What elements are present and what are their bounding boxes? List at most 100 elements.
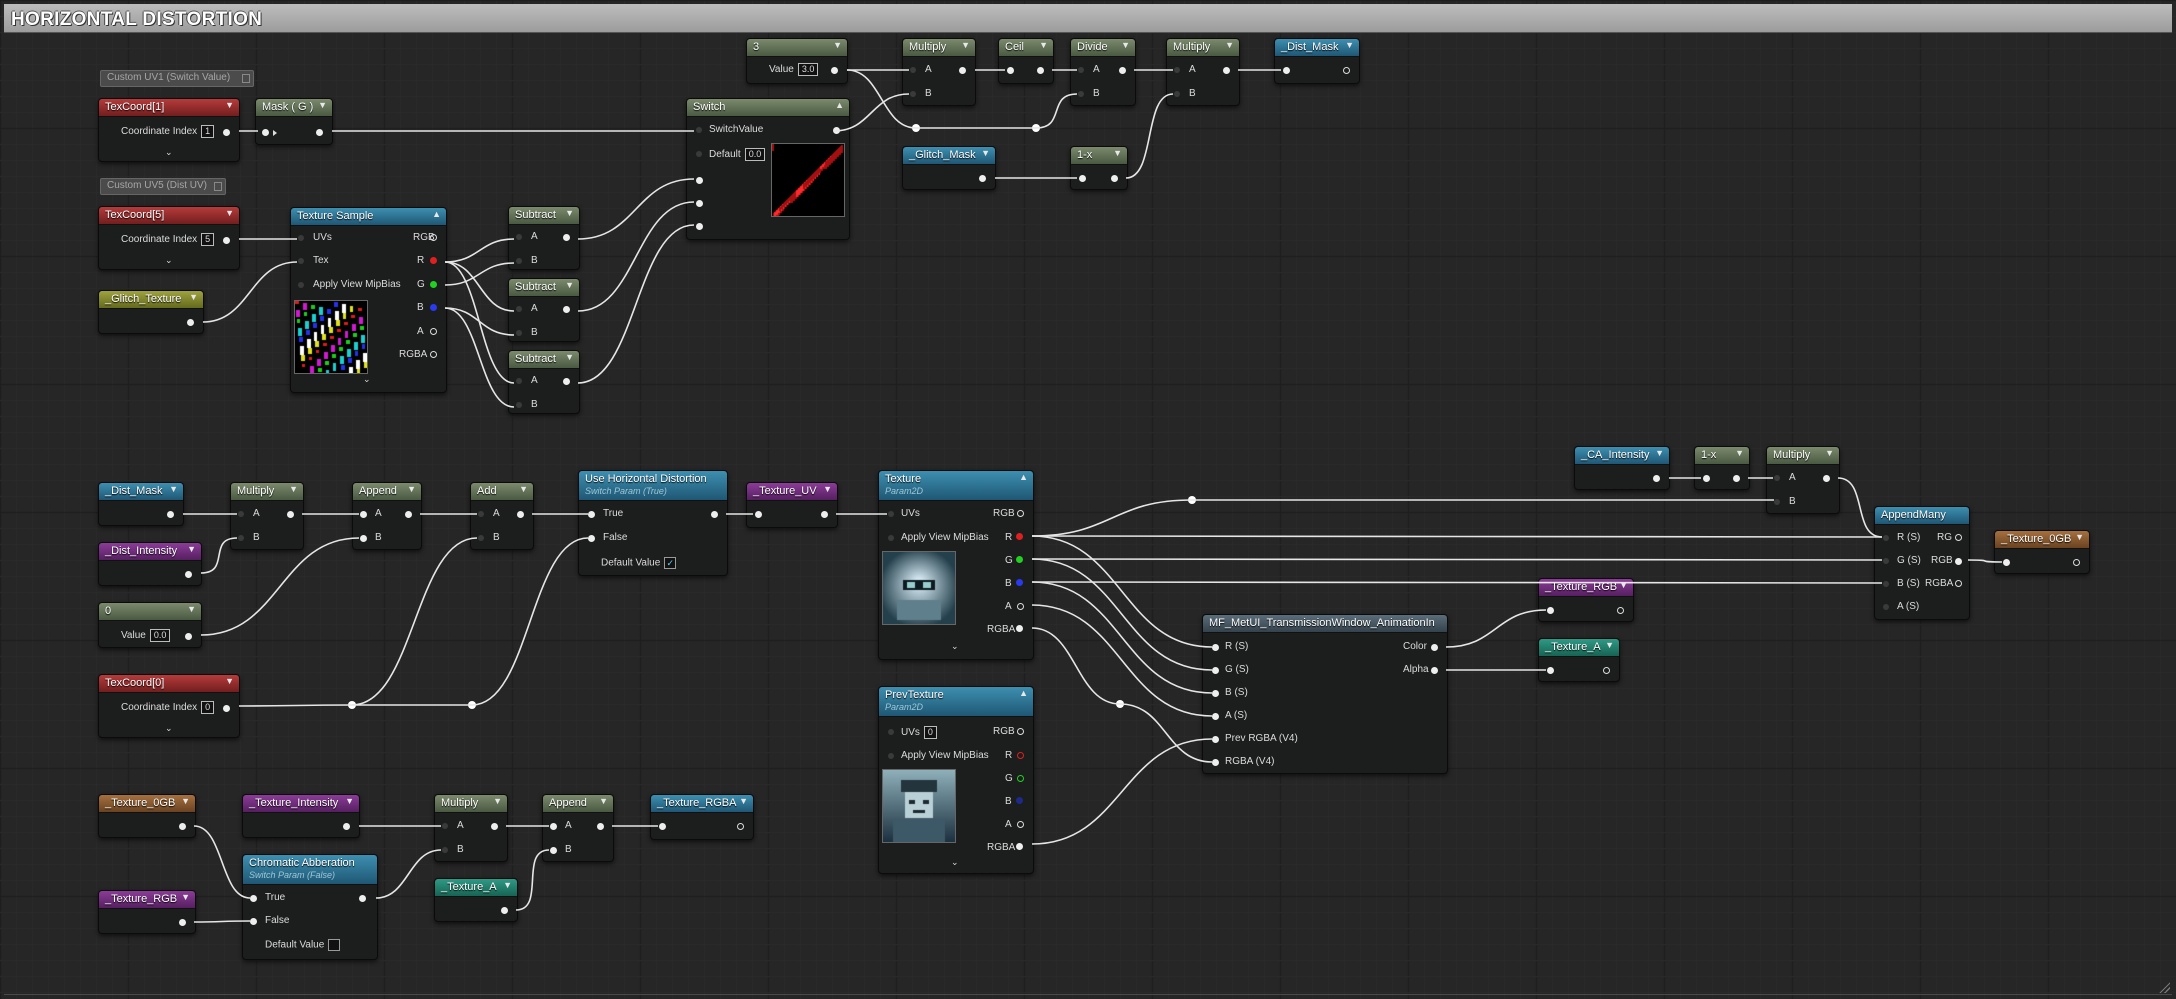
output-pin[interactable]	[517, 511, 524, 518]
mipbias-input-pin[interactable]	[888, 535, 894, 541]
uvs-input-pin[interactable]	[888, 729, 894, 735]
output-pin[interactable]	[1223, 67, 1230, 74]
node-header[interactable]: _Dist_Mask ▼	[99, 483, 183, 501]
a-input-pin[interactable]	[910, 67, 916, 73]
output-pin[interactable]	[1733, 475, 1740, 482]
uvs-input-pin[interactable]	[298, 235, 304, 241]
input-pin[interactable]	[1547, 607, 1554, 614]
node-texture-uv[interactable]: _Texture_UV ▼	[746, 482, 838, 528]
chevron-down-icon[interactable]: ▼	[1735, 448, 1744, 458]
input-pin[interactable]	[262, 129, 269, 136]
output-pin[interactable]	[737, 823, 744, 830]
mipbias-input-pin[interactable]	[888, 753, 894, 759]
node-header[interactable]: TexCoord[1] ▼	[99, 99, 239, 117]
node-header[interactable]: Append ▼	[353, 483, 421, 501]
chevron-down-icon[interactable]: ▼	[225, 676, 234, 686]
b-input-pin[interactable]	[1212, 690, 1219, 697]
chevron-down-icon[interactable]: ▼	[1225, 40, 1234, 50]
output-pin[interactable]	[821, 511, 828, 518]
node-header[interactable]: Multiply ▼	[903, 39, 975, 57]
reroute-point[interactable]	[468, 701, 476, 709]
node-header[interactable]: _Glitch_Texture ▼	[99, 291, 203, 309]
b-input-pin[interactable]	[550, 847, 557, 854]
node-header[interactable]: _Texture_UV ▼	[747, 483, 837, 501]
chevron-down-icon[interactable]: ▼	[225, 100, 234, 110]
node-header[interactable]: _Texture_0GB ▼	[99, 795, 195, 813]
chevron-down-icon[interactable]: ▼	[565, 280, 574, 290]
node-texture-0gb-named-reroute[interactable]: _Texture_0GB ▼	[1994, 530, 2090, 574]
a-input-pin[interactable]	[516, 378, 522, 384]
a-input-pin[interactable]	[516, 234, 522, 240]
chevron-down-icon[interactable]: ▼	[739, 796, 748, 806]
node-texture-param[interactable]: Texture Param2D ▲ UVs Apply View MipBias R…	[878, 470, 1034, 660]
node-constant-3[interactable]: 3 ▼ Value 3.0	[746, 38, 848, 84]
default-value-checkbox[interactable]: ✓	[328, 939, 341, 951]
a-input-pin[interactable]	[1174, 67, 1180, 73]
chevron-down-icon[interactable]: ▼	[318, 100, 327, 110]
default-input-pin[interactable]	[696, 151, 702, 157]
r-input-pin[interactable]	[1212, 644, 1219, 651]
color-output-pin[interactable]	[1431, 644, 1438, 651]
a-input-pin[interactable]	[1078, 67, 1084, 73]
default-value-checkbox[interactable]: ✓	[664, 557, 677, 569]
material-graph-canvas[interactable]: HORIZONTAL DISTORTION Custom UV1 (Switch…	[0, 0, 2176, 999]
node-header[interactable]: Use Horizontal Distortion Switch Param (T…	[579, 471, 727, 501]
node-header[interactable]: Multiply ▼	[1167, 39, 1239, 57]
input-pin[interactable]	[1283, 67, 1290, 74]
tex-input-pin[interactable]	[298, 258, 304, 264]
expand-chevron-icon[interactable]: ⌄	[165, 255, 173, 266]
chevron-up-icon[interactable]: ▲	[1019, 472, 1028, 482]
node-header[interactable]: Ceil ▼	[999, 39, 1053, 57]
node-header[interactable]: Texture Param2D ▲	[879, 471, 1033, 501]
value-input[interactable]: 0.0	[149, 629, 171, 642]
node-dist-mask-named-reroute[interactable]: _Dist_Mask ▼	[1274, 38, 1360, 84]
node-texcoord5[interactable]: TexCoord[5] ▼ Coordinate Index 5 ⌄	[98, 206, 240, 270]
output-pin[interactable]	[1653, 475, 1660, 482]
input-pin[interactable]	[2003, 559, 2010, 566]
a-input-pin[interactable]	[1212, 713, 1219, 720]
rgb-output-pin[interactable]	[1955, 558, 1962, 565]
node-multiply-2[interactable]: Multiply ▼ A B	[1166, 38, 1240, 106]
case1-input-pin[interactable]	[696, 200, 703, 207]
node-header[interactable]: 1-x ▼	[1071, 147, 1127, 165]
input-pin[interactable]	[755, 511, 762, 518]
b-input-pin[interactable]	[516, 402, 522, 408]
b-input-pin[interactable]	[1078, 91, 1084, 97]
node-header[interactable]: _Dist_Intensity ▼	[99, 543, 201, 561]
case2-input-pin[interactable]	[696, 223, 703, 230]
node-prev-texture-param[interactable]: PrevTexture Param2D ▲ UVs 0 Apply View MipB…	[878, 686, 1034, 874]
node-texcoord0[interactable]: TexCoord[0] ▼ Coordinate Index 0 ⌄	[98, 674, 240, 738]
output-pin[interactable]	[223, 237, 230, 244]
chevron-down-icon[interactable]: ▼	[407, 484, 416, 494]
g-output-pin[interactable]	[430, 281, 437, 288]
node-header[interactable]: 1-x ▼	[1695, 447, 1749, 465]
output-pin[interactable]	[359, 895, 366, 902]
node-header[interactable]: 0 ▼	[99, 603, 201, 621]
rgba-output-pin[interactable]	[1955, 580, 1962, 587]
output-pin[interactable]	[1343, 67, 1350, 74]
chevron-down-icon[interactable]: ▼	[1619, 580, 1628, 590]
node-switch[interactable]: Switch ▲ SwitchValue Default 0.0	[686, 98, 850, 240]
b-input-pin[interactable]	[1883, 581, 1889, 587]
node-header[interactable]: Texture Sample ▲	[291, 208, 446, 226]
chevron-down-icon[interactable]: ▼	[833, 40, 842, 50]
case0-input-pin[interactable]	[696, 177, 703, 184]
switchvalue-input-pin[interactable]	[696, 127, 702, 133]
node-append-1[interactable]: Append ▼ A B	[352, 482, 422, 550]
output-pin[interactable]	[179, 823, 186, 830]
output-pin[interactable]	[491, 823, 498, 830]
chevron-down-icon[interactable]: ▼	[289, 484, 298, 494]
node-glitch-texture[interactable]: _Glitch_Texture ▼	[98, 290, 204, 334]
rgb-output-pin[interactable]	[1017, 510, 1024, 517]
output-pin[interactable]	[563, 378, 570, 385]
node-texcoord1[interactable]: TexCoord[1] ▼ Coordinate Index 1 ⌄	[98, 98, 240, 162]
b-input-pin[interactable]	[360, 535, 367, 542]
node-header[interactable]: TexCoord[0] ▼	[99, 675, 239, 693]
chevron-down-icon[interactable]: ▼	[961, 40, 970, 50]
chevron-down-icon[interactable]: ▼	[181, 892, 190, 902]
collapse-chevron-icon[interactable]: ⌄	[951, 857, 959, 868]
chevron-down-icon[interactable]: ▼	[565, 352, 574, 362]
node-header[interactable]: _Texture_Intensity ▼	[243, 795, 359, 813]
reroute-point[interactable]	[348, 701, 356, 709]
node-header[interactable]: MF_MetUI_TransmissionWindow_AnimationIn	[1203, 615, 1447, 633]
